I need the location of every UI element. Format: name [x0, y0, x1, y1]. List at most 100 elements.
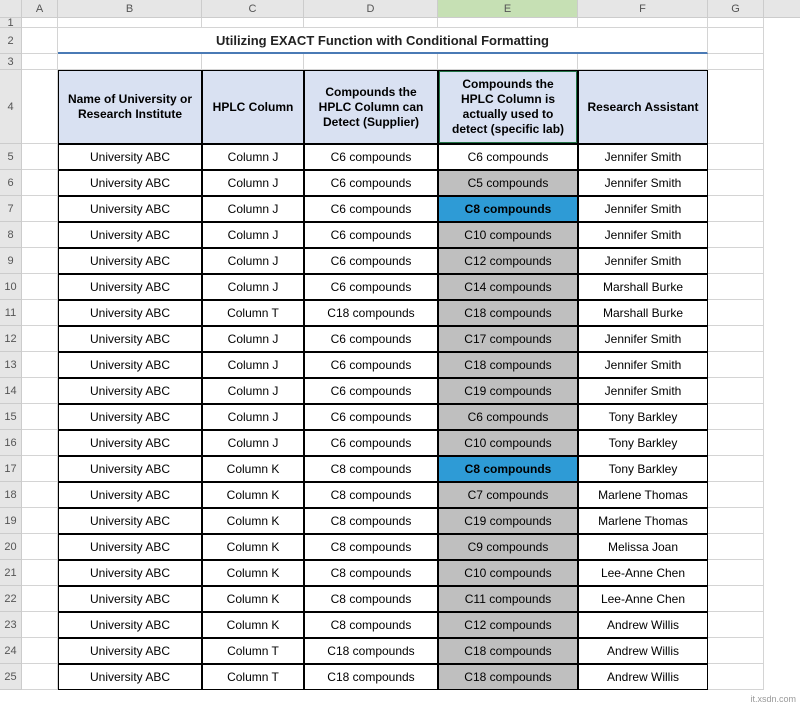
cell-C23[interactable]: Column K — [202, 612, 304, 638]
table-header-C[interactable]: HPLC Column — [202, 70, 304, 144]
cell-A[interactable] — [22, 144, 58, 170]
cell-D24[interactable]: C18 compounds — [304, 638, 438, 664]
cell-G[interactable] — [708, 482, 764, 508]
cell-A[interactable] — [22, 248, 58, 274]
cell-F7[interactable]: Jennifer Smith — [578, 196, 708, 222]
cell-E9[interactable]: C12 compounds — [438, 248, 578, 274]
cell-A[interactable] — [22, 456, 58, 482]
cell-F12[interactable]: Jennifer Smith — [578, 326, 708, 352]
cell-D9[interactable]: C6 compounds — [304, 248, 438, 274]
cell-E7[interactable]: C8 compounds — [438, 196, 578, 222]
cell-D22[interactable]: C8 compounds — [304, 586, 438, 612]
cell-C9[interactable]: Column J — [202, 248, 304, 274]
cell-B24[interactable]: University ABC — [58, 638, 202, 664]
cell-D19[interactable]: C8 compounds — [304, 508, 438, 534]
cell-E24[interactable]: C18 compounds — [438, 638, 578, 664]
cell-D12[interactable]: C6 compounds — [304, 326, 438, 352]
cell-G[interactable] — [708, 274, 764, 300]
cell-F[interactable] — [578, 18, 708, 28]
cell-C[interactable] — [202, 18, 304, 28]
cell-E14[interactable]: C19 compounds — [438, 378, 578, 404]
cell-F17[interactable]: Tony Barkley — [578, 456, 708, 482]
cell-D[interactable] — [304, 54, 438, 70]
cell-B21[interactable]: University ABC — [58, 560, 202, 586]
cell-B23[interactable]: University ABC — [58, 612, 202, 638]
cell-F14[interactable]: Jennifer Smith — [578, 378, 708, 404]
select-all-corner[interactable] — [0, 0, 22, 17]
cell-A[interactable] — [22, 352, 58, 378]
col-header-C[interactable]: C — [202, 0, 304, 17]
cell-C17[interactable]: Column K — [202, 456, 304, 482]
cell-F23[interactable]: Andrew Willis — [578, 612, 708, 638]
cell-C8[interactable]: Column J — [202, 222, 304, 248]
cell-D8[interactable]: C6 compounds — [304, 222, 438, 248]
cell-B15[interactable]: University ABC — [58, 404, 202, 430]
cell-A[interactable] — [22, 222, 58, 248]
row-header-2[interactable]: 2 — [0, 28, 22, 54]
cell-B[interactable] — [58, 18, 202, 28]
cell-F9[interactable]: Jennifer Smith — [578, 248, 708, 274]
cell-D16[interactable]: C6 compounds — [304, 430, 438, 456]
cell-B25[interactable]: University ABC — [58, 664, 202, 690]
cell-B16[interactable]: University ABC — [58, 430, 202, 456]
row-header-12[interactable]: 12 — [0, 326, 22, 352]
cell-F25[interactable]: Andrew Willis — [578, 664, 708, 690]
cell-C7[interactable]: Column J — [202, 196, 304, 222]
row-header-19[interactable]: 19 — [0, 508, 22, 534]
cell-B9[interactable]: University ABC — [58, 248, 202, 274]
cell-B13[interactable]: University ABC — [58, 352, 202, 378]
col-header-B[interactable]: B — [58, 0, 202, 17]
cell-F19[interactable]: Marlene Thomas — [578, 508, 708, 534]
cell-G[interactable] — [708, 300, 764, 326]
row-header-10[interactable]: 10 — [0, 274, 22, 300]
cell-B11[interactable]: University ABC — [58, 300, 202, 326]
cell-E19[interactable]: C19 compounds — [438, 508, 578, 534]
cell-B18[interactable]: University ABC — [58, 482, 202, 508]
cell-C[interactable] — [202, 54, 304, 70]
cell-A[interactable] — [22, 482, 58, 508]
cell-D18[interactable]: C8 compounds — [304, 482, 438, 508]
cell-E15[interactable]: C6 compounds — [438, 404, 578, 430]
cell-F18[interactable]: Marlene Thomas — [578, 482, 708, 508]
cell-G[interactable] — [708, 352, 764, 378]
cell-C18[interactable]: Column K — [202, 482, 304, 508]
cell-B20[interactable]: University ABC — [58, 534, 202, 560]
cell-A[interactable] — [22, 326, 58, 352]
row-header-24[interactable]: 24 — [0, 638, 22, 664]
cell-B6[interactable]: University ABC — [58, 170, 202, 196]
row-header-21[interactable]: 21 — [0, 560, 22, 586]
cell-A[interactable] — [22, 170, 58, 196]
cell-G[interactable] — [708, 560, 764, 586]
cell-C6[interactable]: Column J — [202, 170, 304, 196]
table-header-D[interactable]: Compounds the HPLC Column can Detect (Su… — [304, 70, 438, 144]
row-header-14[interactable]: 14 — [0, 378, 22, 404]
cell-E5[interactable]: C6 compounds — [438, 144, 578, 170]
cell-D17[interactable]: C8 compounds — [304, 456, 438, 482]
cell-F5[interactable]: Jennifer Smith — [578, 144, 708, 170]
cell-E[interactable] — [438, 54, 578, 70]
row-header-8[interactable]: 8 — [0, 222, 22, 248]
row-header-23[interactable]: 23 — [0, 612, 22, 638]
cell-B5[interactable]: University ABC — [58, 144, 202, 170]
cell-C24[interactable]: Column T — [202, 638, 304, 664]
cell-D11[interactable]: C18 compounds — [304, 300, 438, 326]
cell-B22[interactable]: University ABC — [58, 586, 202, 612]
cell-F[interactable] — [578, 54, 708, 70]
cell-A[interactable] — [22, 28, 58, 54]
cell-A[interactable] — [22, 612, 58, 638]
cell-F10[interactable]: Marshall Burke — [578, 274, 708, 300]
cell-E21[interactable]: C10 compounds — [438, 560, 578, 586]
cell-G[interactable] — [708, 534, 764, 560]
cell-A[interactable] — [22, 430, 58, 456]
cell-E23[interactable]: C12 compounds — [438, 612, 578, 638]
cell-E[interactable] — [438, 18, 578, 28]
col-header-F[interactable]: F — [578, 0, 708, 17]
cell-D[interactable] — [304, 18, 438, 28]
cell-D5[interactable]: C6 compounds — [304, 144, 438, 170]
cell-D23[interactable]: C8 compounds — [304, 612, 438, 638]
cell-E18[interactable]: C7 compounds — [438, 482, 578, 508]
cell-D25[interactable]: C18 compounds — [304, 664, 438, 690]
cell-C14[interactable]: Column J — [202, 378, 304, 404]
row-header-18[interactable]: 18 — [0, 482, 22, 508]
row-header-5[interactable]: 5 — [0, 144, 22, 170]
